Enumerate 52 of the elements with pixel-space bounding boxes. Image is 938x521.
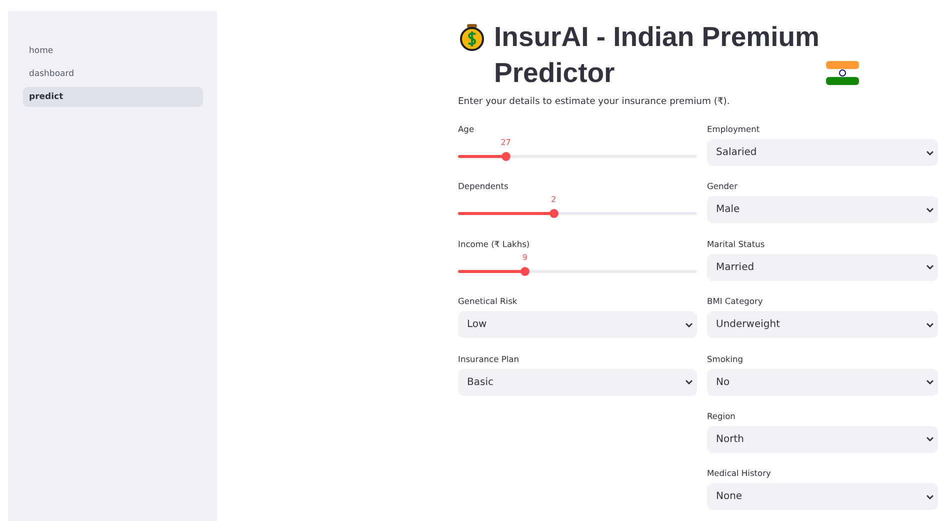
chevron-down-icon [685,322,693,328]
sidebar-item[interactable]: predict [23,87,203,107]
select-value: No [716,376,730,388]
slider-thumb[interactable] [549,209,558,218]
slider-value: 9 [522,252,528,262]
field-label: Age [458,123,474,135]
field-label: Smoking [707,352,744,365]
select-value: Male [716,204,740,216]
select-value: Low [467,319,487,330]
select-value: Salaried [716,147,757,158]
select-dropdown[interactable]: North [707,426,938,453]
chevron-down-icon [926,436,934,442]
select-value: Married [716,262,754,273]
slider-thumb[interactable] [501,152,510,161]
select-value: Basic [467,376,494,388]
slider-value: 27 [500,138,511,147]
chevron-down-icon [926,379,934,386]
slider-thumb[interactable] [520,266,530,276]
chevron-down-icon [926,322,934,328]
select-dropdown[interactable]: None [707,483,938,510]
select-dropdown[interactable]: No [707,368,938,396]
select-dropdown[interactable]: Basic [458,368,697,396]
field-label: Gender [707,180,738,192]
select-dropdown[interactable]: Salaried [707,139,938,166]
chevron-down-icon [926,206,934,213]
sidebar-item[interactable]: dashboard [23,64,203,84]
select-value: None [716,491,742,502]
field-label: Region [707,410,736,422]
select-dropdown[interactable]: Low [458,311,697,338]
field-label: BMI Category [707,295,763,308]
select-value: North [716,434,744,445]
chevron-down-icon [926,264,934,270]
field-label: Medical History [707,467,771,480]
sidebar-item[interactable]: home [23,41,203,61]
chevron-down-icon [926,494,934,500]
money-bag-icon [458,23,486,51]
field-label: Employment [707,123,760,135]
chevron-down-icon [926,150,934,156]
field-label: Dependents [458,180,508,192]
page-title: InsurAI - Indian Premium Predictor [494,20,820,90]
chevron-down-icon [685,379,693,386]
select-value: Underweight [716,319,780,330]
description-text: Enter your details to estimate your insurance premium (₹). [458,96,731,107]
flag-icon [826,61,859,85]
field-label: Marital Status [707,238,765,250]
field-label: Insurance Plan [458,352,519,365]
field-label: Income (₹ Lakhs) [458,238,530,250]
field-label: Genetical Risk [458,295,518,308]
select-dropdown[interactable]: Underweight [707,311,938,338]
select-dropdown[interactable]: Married [707,254,938,281]
slider-value: 2 [551,195,556,204]
select-dropdown[interactable]: Male [707,196,938,224]
